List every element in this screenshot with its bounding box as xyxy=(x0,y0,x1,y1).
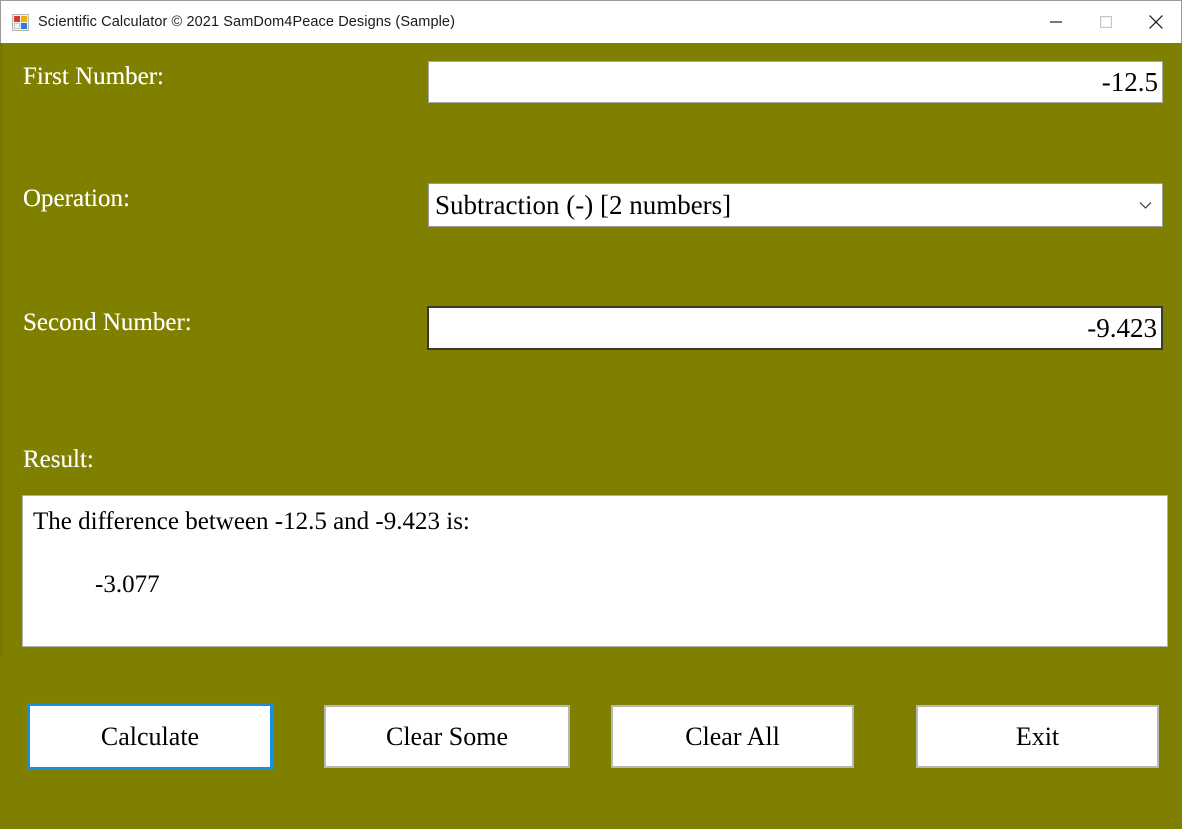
first-number-label: First Number: xyxy=(23,63,164,90)
clear-some-button[interactable]: Clear Some xyxy=(324,705,570,768)
maximize-icon xyxy=(1100,16,1112,28)
close-icon xyxy=(1149,15,1163,29)
calculate-button[interactable]: Calculate xyxy=(27,703,273,770)
chevron-down-icon xyxy=(1134,201,1156,210)
title-bar-left: Scientific Calculator © 2021 SamDom4Peac… xyxy=(1,13,1031,31)
title-bar: Scientific Calculator © 2021 SamDom4Peac… xyxy=(0,0,1182,43)
first-number-input[interactable]: -12.5 xyxy=(428,61,1163,103)
second-number-input[interactable]: -9.423 xyxy=(427,306,1163,350)
operation-label: Operation: xyxy=(23,185,130,212)
second-number-label: Second Number: xyxy=(23,309,192,336)
window-controls xyxy=(1031,1,1181,43)
window-title: Scientific Calculator © 2021 SamDom4Peac… xyxy=(38,14,456,30)
minimize-button[interactable] xyxy=(1031,1,1081,43)
exit-button[interactable]: Exit xyxy=(916,705,1159,768)
window-left-edge xyxy=(0,43,3,657)
operation-dropdown[interactable]: Subtraction (-) [2 numbers] xyxy=(428,183,1163,227)
calculator-window: Scientific Calculator © 2021 SamDom4Peac… xyxy=(0,0,1182,829)
operation-selected-value: Subtraction (-) [2 numbers] xyxy=(435,189,732,220)
close-button[interactable] xyxy=(1131,1,1181,43)
windows-forms-app-icon xyxy=(12,13,29,31)
form-client-area: First Number: -12.5 Operation: Subtracti… xyxy=(0,43,1182,829)
maximize-button[interactable] xyxy=(1081,1,1131,43)
minimize-icon xyxy=(1050,16,1062,28)
clear-all-button[interactable]: Clear All xyxy=(611,705,854,768)
result-label: Result: xyxy=(23,446,94,473)
result-value-text: -3.077 xyxy=(95,571,160,599)
result-output-box[interactable]: The difference between -12.5 and -9.423 … xyxy=(22,495,1168,647)
result-description-text: The difference between -12.5 and -9.423 … xyxy=(33,508,470,535)
